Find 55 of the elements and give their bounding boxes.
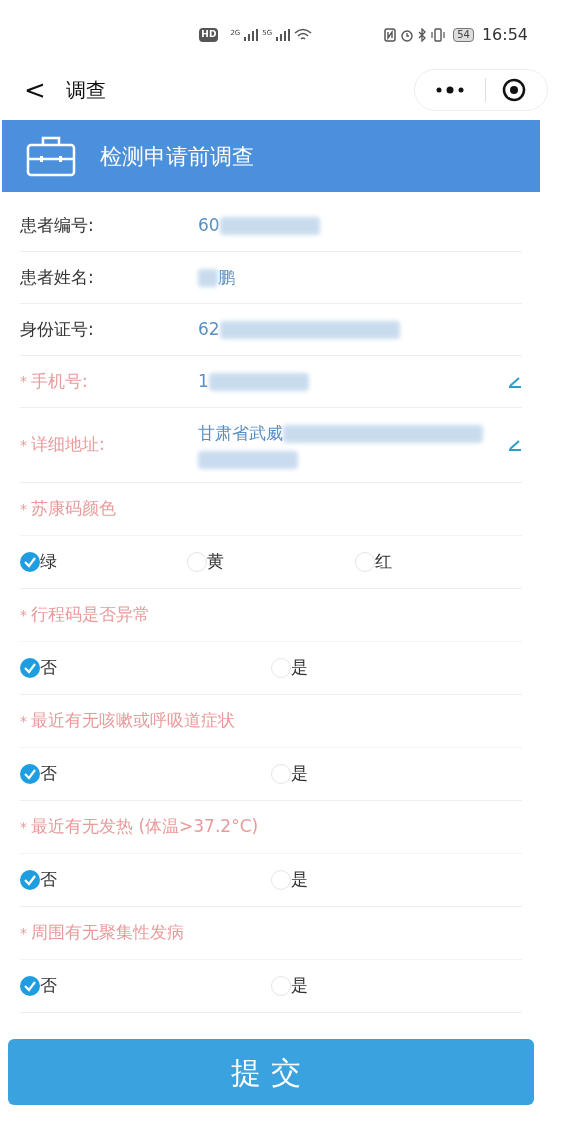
required-asterisk: * bbox=[20, 499, 27, 519]
radio-option[interactable]: 是 bbox=[271, 655, 522, 681]
radio-option[interactable]: 是 bbox=[271, 867, 522, 893]
question-label: 行程码是否异常 bbox=[31, 603, 150, 627]
checked-radio-icon bbox=[20, 552, 40, 572]
field-label: 身份证号: bbox=[20, 317, 94, 341]
back-button[interactable]: < bbox=[24, 77, 46, 103]
required-asterisk: * bbox=[20, 435, 27, 455]
question-label: 周围有无聚集性发病 bbox=[31, 921, 184, 945]
pencil-icon[interactable] bbox=[508, 375, 522, 388]
hd-indicator: HD bbox=[199, 28, 219, 42]
checked-radio-icon bbox=[20, 658, 40, 678]
field-label: 患者姓名: bbox=[20, 265, 94, 289]
redaction-blur bbox=[198, 268, 218, 287]
field-value: 鹏 bbox=[218, 265, 235, 289]
briefcase-icon bbox=[26, 135, 76, 177]
field-value: 60 bbox=[198, 213, 220, 237]
question-label: 苏康码颜色 bbox=[31, 497, 116, 521]
vibrate-icon bbox=[431, 28, 446, 42]
required-asterisk: * bbox=[20, 711, 27, 731]
radio-option[interactable]: 是 bbox=[271, 973, 522, 999]
radio-option[interactable]: 黄 bbox=[187, 549, 355, 575]
radio-option[interactable]: 否 bbox=[20, 761, 271, 787]
clock: 16:54 bbox=[481, 24, 528, 46]
field-label: 详细地址: bbox=[31, 433, 105, 457]
page-title: 调查 bbox=[65, 77, 106, 104]
field-label: 患者编号: bbox=[20, 213, 94, 237]
pencil-icon[interactable] bbox=[508, 439, 522, 451]
field-label: 手机号: bbox=[31, 369, 88, 393]
radio-option[interactable]: 否 bbox=[20, 973, 271, 999]
question-label: 最近有无咳嗽或呼吸道症状 bbox=[31, 709, 235, 733]
required-asterisk: * bbox=[20, 605, 27, 625]
wifi-icon bbox=[294, 28, 313, 42]
required-asterisk: * bbox=[20, 372, 27, 391]
radio-option[interactable]: 绿 bbox=[20, 549, 188, 575]
signal-icon bbox=[244, 29, 259, 41]
required-asterisk: * bbox=[20, 923, 27, 943]
radio-option[interactable]: 否 bbox=[20, 867, 271, 893]
radio-option[interactable]: 红 bbox=[354, 549, 522, 575]
battery-indicator: 54 bbox=[453, 28, 474, 42]
nfc-icon bbox=[384, 28, 397, 42]
checked-radio-icon bbox=[20, 870, 40, 890]
field-value: 62 bbox=[198, 317, 220, 341]
checked-radio-icon bbox=[20, 764, 40, 784]
question-label: 最近有无发热 (体温>37.2°C) bbox=[31, 815, 259, 839]
radio-option[interactable]: 是 bbox=[271, 761, 522, 787]
close-target-icon[interactable] bbox=[502, 78, 526, 102]
alarm-icon bbox=[400, 28, 415, 42]
more-icon[interactable] bbox=[435, 86, 465, 94]
signal-icon bbox=[276, 29, 291, 41]
bluetooth-icon bbox=[418, 28, 428, 42]
section-title: 检测申请前调查 bbox=[100, 142, 254, 171]
radio-option[interactable]: 否 bbox=[20, 655, 271, 681]
checked-radio-icon bbox=[20, 976, 40, 996]
required-asterisk: * bbox=[20, 817, 27, 837]
